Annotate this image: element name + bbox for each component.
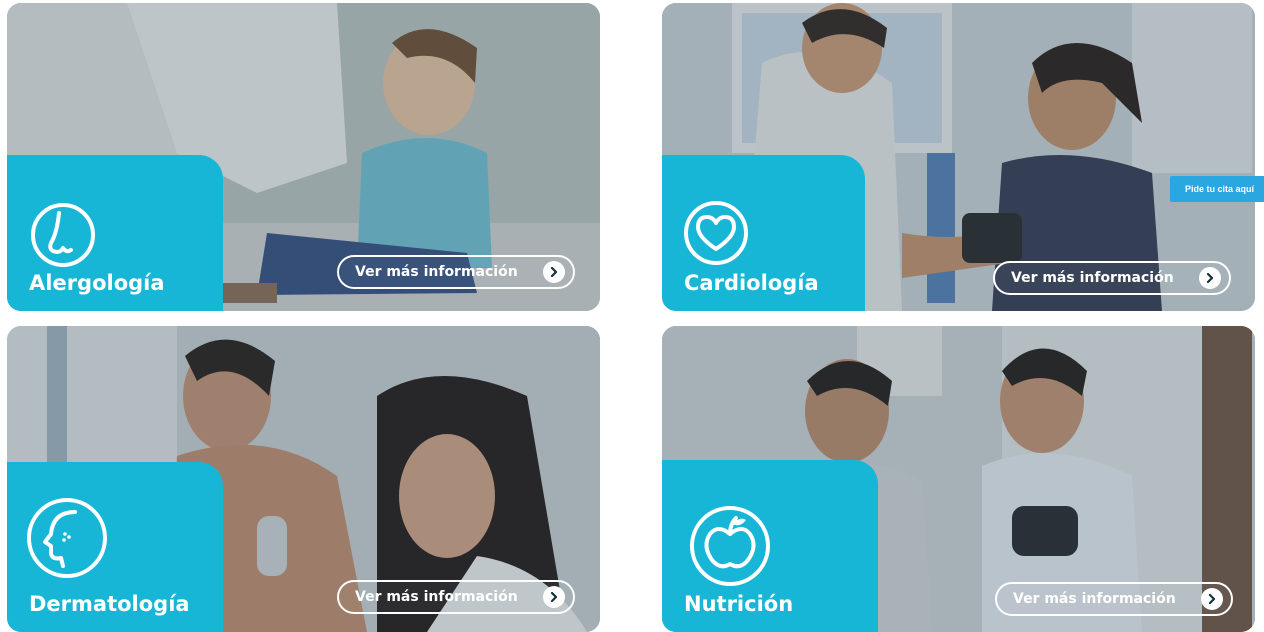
face-profile-icon: [27, 498, 107, 578]
apple-icon: [690, 506, 770, 586]
specialty-badge: Alergología: [7, 155, 223, 311]
specialty-title: Alergología: [29, 271, 165, 295]
more-info-label: Ver más información: [1013, 591, 1176, 607]
book-appointment-tab[interactable]: Pide tu cita aquí: [1170, 176, 1264, 202]
specialty-title: Nutrición: [684, 592, 794, 616]
chevron-right-icon: [543, 586, 565, 608]
more-info-button[interactable]: Ver más información: [995, 582, 1233, 616]
specialty-card-nutricion[interactable]: Nutrición Ver más información: [662, 326, 1255, 632]
specialty-card-cardiologia[interactable]: Cardiología Ver más información: [662, 3, 1255, 311]
chevron-right-icon: [543, 261, 565, 283]
more-info-label: Ver más información: [355, 264, 518, 280]
specialty-card-dermatologia[interactable]: Dermatología Ver más información: [7, 326, 600, 632]
specialty-badge: Cardiología: [662, 155, 865, 311]
specialty-title: Dermatología: [29, 592, 190, 616]
specialty-badge: Dermatología: [7, 462, 223, 632]
more-info-label: Ver más información: [355, 589, 518, 605]
book-appointment-label: Pide tu cita aquí: [1185, 184, 1255, 194]
chevron-right-icon: [1201, 588, 1223, 610]
more-info-button[interactable]: Ver más información: [337, 255, 575, 289]
specialty-badge: Nutrición: [662, 460, 878, 632]
nose-icon: [31, 203, 95, 267]
specialty-card-alergologia[interactable]: Alergología Ver más información: [7, 3, 600, 311]
specialty-title: Cardiología: [684, 271, 819, 295]
more-info-label: Ver más información: [1011, 270, 1174, 286]
chevron-right-icon: [1199, 267, 1221, 289]
more-info-button[interactable]: Ver más información: [993, 261, 1231, 295]
more-info-button[interactable]: Ver más información: [337, 580, 575, 614]
heart-icon: [684, 201, 748, 265]
